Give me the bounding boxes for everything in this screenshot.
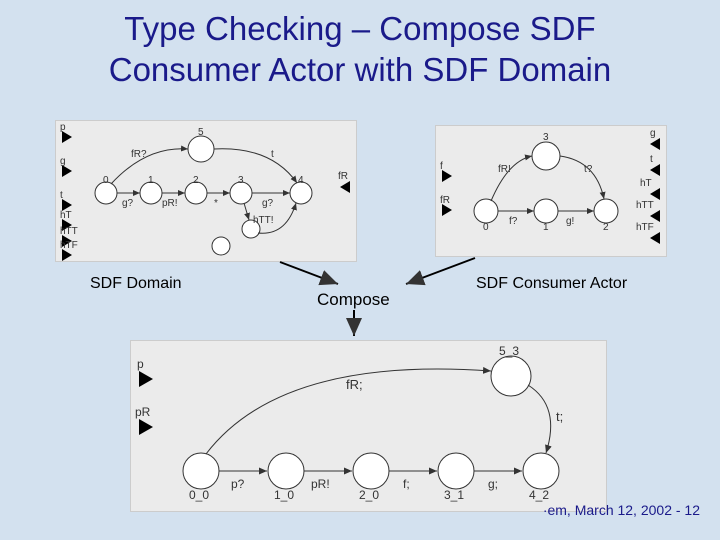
port-p2: p [137,357,144,371]
bnode-31: 3_1 [444,488,464,502]
port-g: g [60,156,66,167]
rnode-2: 2 [603,222,609,233]
rnode-0: 0 [483,222,489,233]
node-5: 5 [198,127,204,138]
node-1: 1 [148,175,154,186]
edge-star: * [214,198,218,209]
edge-g1: g? [122,198,134,209]
label-compose: Compose [317,290,390,310]
bnode-53: 5_3 [499,344,519,358]
bedge-f: f; [403,477,410,491]
bedge-t: t; [556,409,563,424]
label-sdf-domain: SDF Domain [90,275,182,293]
bedge-pR: pR! [311,477,330,491]
edge-hTT: hTT! [253,215,274,226]
port-hTT2: hTT [636,200,654,211]
node-4: 4 [298,175,304,186]
port-fR2: fR [440,195,450,206]
redge-t: t? [584,164,593,175]
label-sdf-consumer-actor: SDF Consumer Actor [476,275,627,293]
arrow-left-to-compose [280,262,338,284]
footer-text: ·em, March 12, 2002 - 12 [543,502,700,518]
port-t2: t [650,154,653,165]
rnode-1: 1 [543,222,549,233]
port-p: p [60,122,66,133]
bnode-00: 0_0 [189,488,209,502]
redge-f: f? [509,216,518,227]
node-0: 0 [103,175,109,186]
diagram-sdf-consumer-actor: f fR g t hT hTT hTF 0 1 2 3 fR! f? g! t? [435,125,667,257]
bnode-10: 1_0 [274,488,294,502]
port-t: t [60,190,63,201]
diagram-sdf-domain: p g t hT hTT hTF fR 0 1 2 3 4 5 g? pR! *… [55,120,357,262]
edge-fR: fR? [131,149,147,160]
bedge-fR: fR; [346,377,363,392]
port-hT: hT [60,210,72,221]
edge-t: t [271,149,274,160]
port-fR: fR [338,171,348,182]
port-pR2: pR [135,405,151,419]
node-3: 3 [238,175,244,186]
arrow-right-to-compose [406,258,475,284]
edge-pR: pR! [162,198,178,209]
port-hTT: hTT [60,226,78,237]
title-line-2: Consumer Actor with SDF Domain [0,49,720,90]
diagram-composed: p pR 0_0 1_0 2_0 3_1 4_2 5_3 p? pR! f; g… [130,340,607,512]
bedge-g: g; [488,477,498,491]
bedge-p: p? [231,477,245,491]
bnode-42: 4_2 [529,488,549,502]
port-hTF2: hTF [636,222,654,233]
rnode-3: 3 [543,132,549,143]
edge-g2: g? [262,198,274,209]
node-2: 2 [193,175,199,186]
bnode-20: 2_0 [359,488,379,502]
port-g2: g [650,128,656,139]
port-f: f [440,161,443,172]
redge-g: g! [566,216,574,227]
redge-fR: fR! [498,164,511,175]
title-line-1: Type Checking – Compose SDF [0,8,720,49]
port-hT2: hT [640,178,652,189]
port-hTF: hTF [60,240,78,251]
